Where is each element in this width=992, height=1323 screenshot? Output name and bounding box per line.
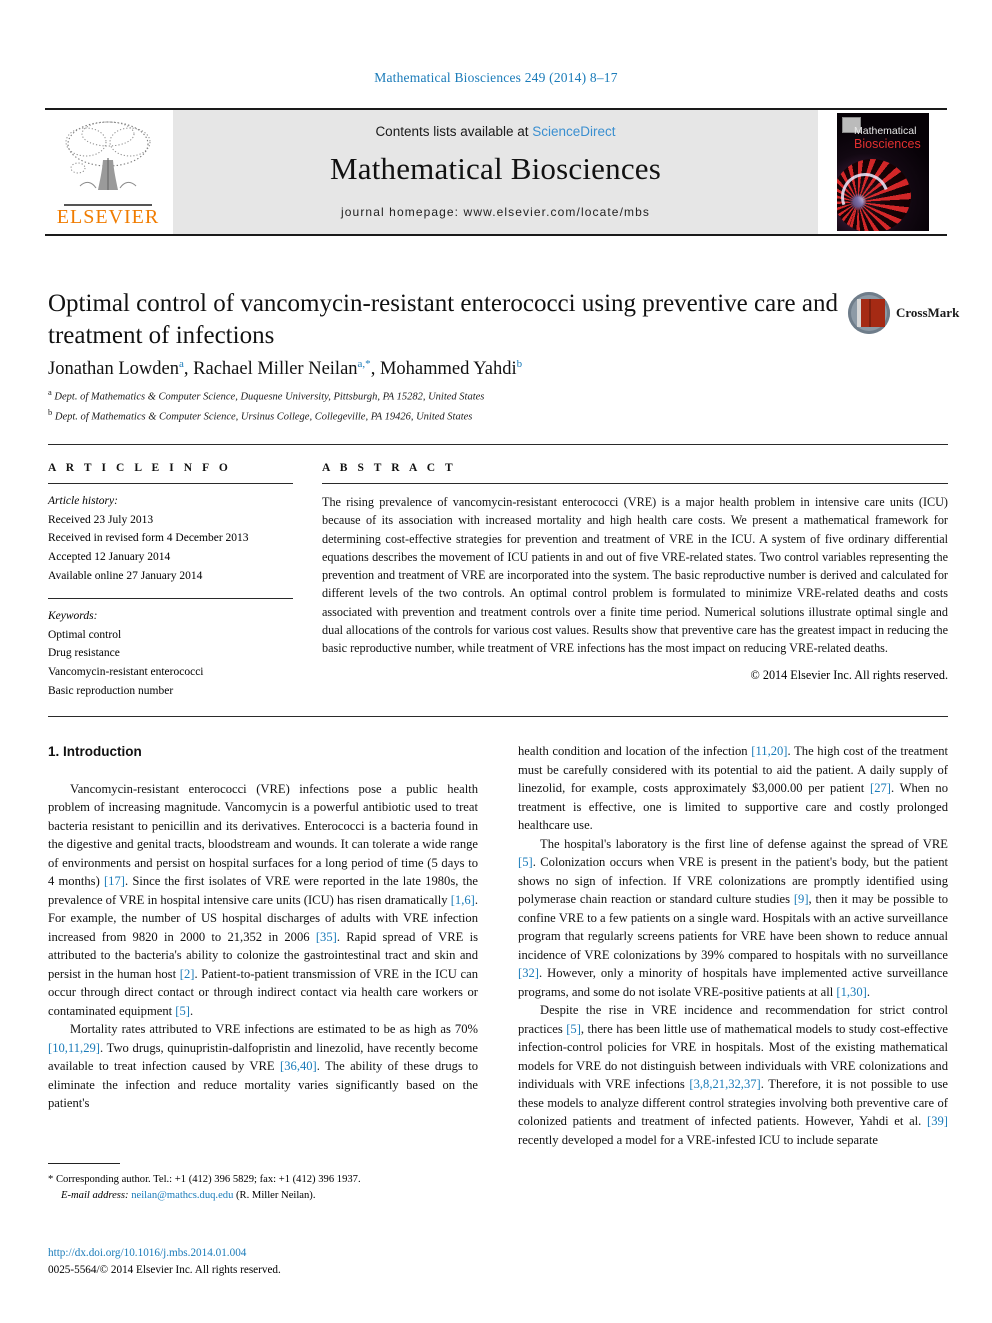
citation-ref[interactable]: [9]: [794, 892, 809, 906]
author-3-affil-marker: b: [516, 358, 523, 370]
affiliation-b-text: Dept. of Mathematics & Computer Science,…: [54, 411, 473, 423]
journal-cover-thumbnail: Mathematical Biosciences: [820, 111, 946, 233]
abstract-text: The rising prevalence of vancomycin-resi…: [322, 495, 948, 656]
crossmark-book-icon: [857, 299, 885, 327]
corresponding-author-text: Corresponding author. Tel.: +1 (412) 396…: [55, 1174, 361, 1185]
citation-ref[interactable]: [5]: [566, 1022, 581, 1036]
cover-title-line1: Mathematical: [854, 125, 917, 137]
citation-ref[interactable]: [1,6]: [451, 893, 475, 907]
keywords-block: Keywords: Optimal control Drug resistanc…: [48, 598, 293, 700]
abstract-section: A B S T R A C T The rising prevalence of…: [322, 462, 948, 683]
article-info-rule: [48, 483, 293, 484]
citation-ref[interactable]: [39]: [927, 1114, 948, 1128]
elsevier-logo: ELSEVIER: [45, 112, 171, 232]
affiliation-b-marker: b: [48, 406, 53, 417]
issn-copyright-line: 0025-5564/© 2014 Elsevier Inc. All right…: [48, 1263, 281, 1276]
page-title: Optimal control of vancomycin-resistant …: [48, 290, 838, 349]
footnote-block: * Corresponding author. Tel.: +1 (412) 3…: [48, 1172, 478, 1205]
article-history-label: Article history:: [48, 495, 118, 507]
citation-ref[interactable]: [3,8,21,32,37]: [689, 1077, 760, 1091]
email-label: E-mail address:: [61, 1190, 129, 1202]
citation-ref[interactable]: [10,11,29]: [48, 1041, 100, 1055]
cover-title-line2: Biosciences: [854, 137, 921, 151]
doi-block: http://dx.doi.org/10.1016/j.mbs.2014.01.…: [48, 1245, 478, 1279]
masthead-center: Contents lists available at ScienceDirec…: [173, 110, 818, 234]
email-link[interactable]: neilan@mathcs.duq.edu: [131, 1190, 233, 1201]
article-info-section: A R T I C L E I N F O Article history: R…: [48, 462, 293, 700]
running-head: Mathematical Biosciences 249 (2014) 8–17: [374, 70, 618, 85]
paragraph: Vancomycin-resistant enterococci (VRE) i…: [48, 781, 479, 1018]
history-item-accepted: Accepted 12 January 2014: [48, 550, 171, 563]
citation-ref[interactable]: [5]: [518, 855, 533, 869]
affiliation-b-line: b Dept. of Mathematics & Computer Scienc…: [48, 406, 848, 426]
citation-ref[interactable]: [36,40]: [280, 1059, 317, 1073]
cover-artwork: Mathematical Biosciences: [837, 113, 929, 231]
paragraph: Despite the rise in VRE incidence and re…: [518, 1003, 949, 1147]
journal-homepage-line[interactable]: journal homepage: www.elsevier.com/locat…: [173, 205, 818, 219]
crossmark-badge[interactable]: CrossMark: [848, 290, 959, 338]
elsevier-tree-icon: [56, 118, 160, 204]
affiliations: a Dept. of Mathematics & Computer Scienc…: [48, 386, 848, 426]
affiliation-a-text: Dept. of Mathematics & Computer Science,…: [54, 391, 485, 403]
keywords-list: Keywords: Optimal control Drug resistanc…: [48, 607, 293, 700]
author-1-affil-marker: a: [179, 358, 184, 370]
abstract-rule: [322, 483, 948, 484]
article-history: Article history: Received 23 July 2013 R…: [48, 492, 293, 585]
citation-ref[interactable]: [17]: [104, 874, 125, 888]
elsevier-wordmark: ELSEVIER: [56, 205, 160, 228]
author-list: Jonathan Lowdena, Rachael Miller Neilana…: [48, 358, 523, 380]
citation-ref[interactable]: [1,30]: [836, 985, 866, 999]
info-band-bottom-rule: [48, 716, 948, 717]
corresponding-author-note: * Corresponding author. Tel.: +1 (412) 3…: [48, 1172, 478, 1188]
citation-ref[interactable]: [35]: [316, 930, 337, 944]
affiliation-a-marker: a: [48, 387, 52, 397]
keywords-label: Keywords:: [48, 610, 98, 623]
body-column-left: 1. Introduction Vancomycin-resistant ent…: [48, 742, 478, 1113]
citation-ref[interactable]: [2]: [180, 967, 195, 981]
abstract-copyright: © 2014 Elsevier Inc. All rights reserved…: [750, 667, 948, 682]
history-item-received: Received 23 July 2013: [48, 513, 154, 526]
keyword-item: Basic reproduction number: [48, 684, 174, 697]
author-1[interactable]: Jonathan Lowden: [48, 359, 179, 379]
author-3[interactable]: Mohammed Yahdi: [380, 359, 517, 379]
affiliation-a-line: a Dept. of Mathematics & Computer Scienc…: [48, 386, 848, 406]
abstract-heading: A B S T R A C T: [322, 462, 457, 474]
doi-link[interactable]: http://dx.doi.org/10.1016/j.mbs.2014.01.…: [48, 1245, 478, 1262]
footnote-rule: [48, 1163, 120, 1164]
paragraph: health condition and location of the inf…: [518, 744, 948, 832]
sciencedirect-link[interactable]: ScienceDirect: [532, 124, 615, 139]
history-item-revised: Received in revised form 4 December 2013: [48, 532, 249, 545]
keyword-item: Drug resistance: [48, 647, 120, 660]
keyword-item: Optimal control: [48, 628, 122, 641]
citation-ref[interactable]: [11,20]: [751, 744, 787, 758]
paragraph: Mortality rates attributed to VRE infect…: [48, 1022, 479, 1111]
crossmark-label: CrossMark: [896, 305, 960, 320]
keywords-rule: [48, 598, 293, 600]
article-page: Mathematical Biosciences 249 (2014) 8–17: [0, 0, 992, 1323]
paragraph: The hospital's laboratory is the first l…: [518, 836, 948, 999]
masthead-bottom-rule: [45, 234, 947, 236]
article-info-heading: A R T I C L E I N F O: [48, 462, 232, 474]
body-column-right: health condition and location of the inf…: [518, 742, 948, 1149]
corresponding-author-marker: *: [48, 1174, 54, 1185]
citation-ref[interactable]: [5]: [175, 1004, 190, 1018]
contents-available-line: Contents lists available at ScienceDirec…: [173, 124, 818, 139]
author-2-affil-marker: a,*: [357, 358, 371, 370]
contents-prefix: Contents lists available at: [375, 124, 533, 139]
journal-masthead: ELSEVIER Contents lists available at Sci…: [45, 108, 947, 236]
citation-ref[interactable]: [32]: [518, 966, 539, 980]
author-2[interactable]: Rachael Miller Neilan: [193, 359, 357, 379]
info-band-top-rule: [48, 444, 948, 445]
email-note: E-mail address: neilan@mathcs.duq.edu (R…: [61, 1188, 478, 1204]
keyword-item: Vancomycin-resistant enterococci: [48, 666, 204, 678]
history-item-online: Available online 27 January 2014: [48, 569, 203, 582]
email-attribution: (R. Miller Neilan).: [236, 1190, 316, 1202]
journal-title: Mathematical Biosciences: [329, 151, 662, 186]
citation-ref[interactable]: [27]: [870, 781, 891, 795]
section-heading-introduction: 1. Introduction: [48, 744, 142, 759]
